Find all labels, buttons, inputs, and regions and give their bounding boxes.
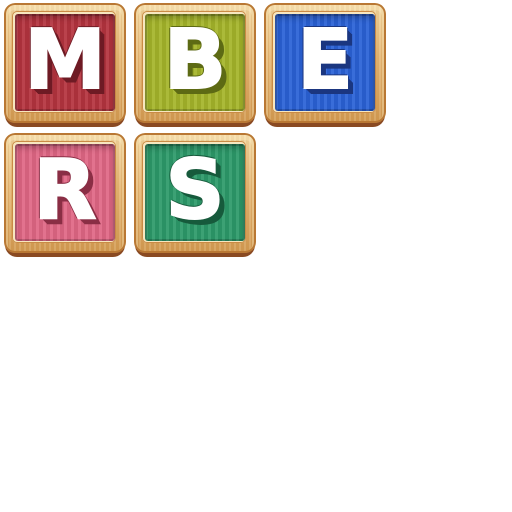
wooden-frame: S: [134, 133, 256, 253]
tile-letter: R: [32, 144, 97, 238]
tile-letter: M: [23, 14, 107, 108]
tile-panel-red: M: [15, 14, 115, 111]
letter-tile-s[interactable]: S: [134, 133, 256, 257]
tile-panel-blue: E: [275, 14, 375, 111]
letter-tile-b[interactable]: B: [134, 3, 256, 127]
letter-tile-m[interactable]: M: [4, 3, 126, 127]
tile-panel-yellow-green: B: [145, 14, 245, 111]
tile-letter: E: [296, 14, 354, 108]
letter-tile-r[interactable]: R: [4, 133, 126, 257]
wooden-frame: M: [4, 3, 126, 123]
letter-tile-e[interactable]: E: [264, 3, 386, 127]
tile-letter: B: [163, 14, 228, 108]
wooden-frame: R: [4, 133, 126, 253]
tile-panel-green: S: [145, 144, 245, 241]
tile-letter: S: [164, 144, 225, 238]
wooden-frame: E: [264, 3, 386, 123]
tile-panel-pink: R: [15, 144, 115, 241]
letter-tile-grid: M B E R S: [4, 3, 390, 263]
wooden-frame: B: [134, 3, 256, 123]
